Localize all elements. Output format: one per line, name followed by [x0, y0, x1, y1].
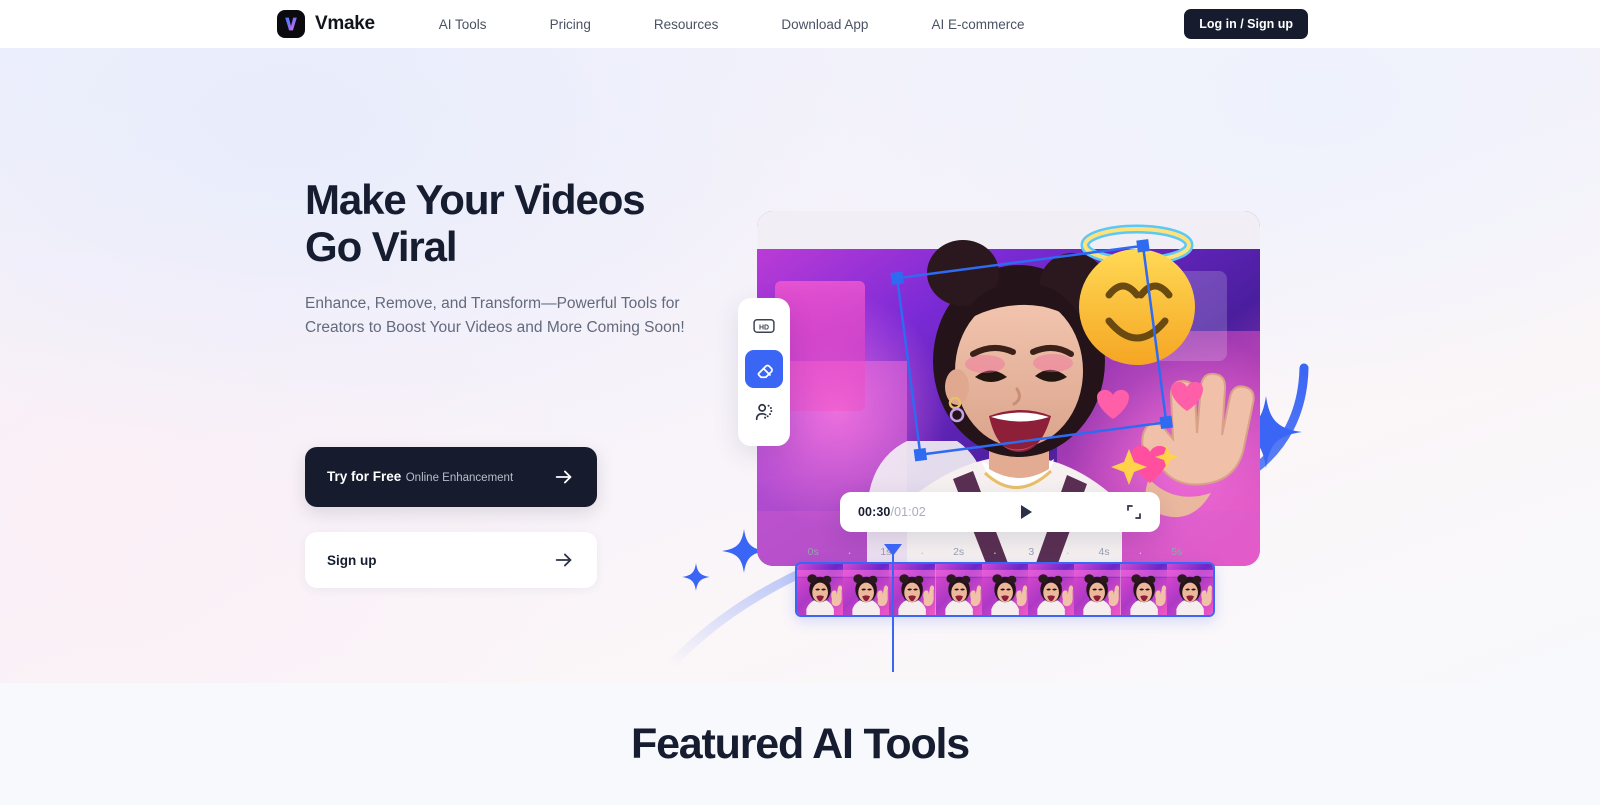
brand-name: Vmake [315, 13, 375, 34]
eraser-tool[interactable] [745, 350, 783, 388]
cta-secondary-title: Sign up [327, 552, 377, 568]
video-player-controls: 00:30/01:02 [840, 492, 1160, 532]
timeline-tick: · [992, 544, 998, 560]
timeline-tick: 2s [953, 546, 965, 558]
vmake-v-logo-icon [277, 10, 305, 38]
nav-item-download-app[interactable]: Download App [781, 11, 868, 38]
top-navigation-bar: Vmake AI Tools Pricing Resources Downloa… [0, 0, 1600, 48]
playback-time: 00:30/01:02 [858, 505, 926, 519]
eraser-icon [757, 364, 773, 379]
hero-subtitle: Enhance, Remove, and Transform—Powerful … [305, 295, 685, 336]
nav-item-resources[interactable]: Resources [654, 11, 719, 38]
nav-links: AI Tools Pricing Resources Download App … [439, 11, 1088, 38]
cta-primary-text: Try for Free Online Enhancement [327, 468, 553, 486]
nav-item-ai-ecommerce[interactable]: AI E-commerce [931, 11, 1024, 38]
filmstrip-frame[interactable] [1166, 564, 1213, 615]
brand-logo[interactable]: Vmake [277, 10, 375, 38]
cta-primary-subtitle: Online Enhancement [405, 472, 514, 484]
hero-editor-illustration: HD 00:30/01:02 0s · · 2s · 3 · 4s · 5s [660, 96, 1360, 676]
nav-item-pricing[interactable]: Pricing [550, 11, 591, 38]
timeline-tick: 4s [1098, 546, 1110, 558]
timeline-tick: · [1138, 544, 1143, 560]
current-time: 00:30 [858, 505, 891, 519]
timeline-tick: 0s [807, 546, 819, 558]
remove-background-tool[interactable] [745, 393, 783, 431]
hero-section: Make Your Videos Go Viral Enhance, Remov… [0, 48, 1600, 683]
arrow-right-icon [553, 549, 575, 571]
cta-primary-title: Try for Free [327, 469, 402, 484]
sign-up-button[interactable]: Sign up [305, 532, 597, 588]
sparkle-decoration-small-icon [682, 563, 710, 591]
filmstrip-frame[interactable] [1120, 564, 1167, 615]
timeline-tick: · [1065, 544, 1070, 560]
filmstrip-frame[interactable] [935, 564, 982, 615]
timeline-filmstrip[interactable] [795, 562, 1215, 617]
nav-item-ai-tools[interactable]: AI Tools [439, 11, 487, 38]
play-icon[interactable] [1017, 503, 1035, 521]
filmstrip-frame[interactable] [843, 564, 890, 615]
timeline-tick: · [847, 544, 852, 560]
timeline-tick: · [920, 544, 925, 560]
try-for-free-button[interactable]: Try for Free Online Enhancement [305, 447, 597, 507]
svg-text:HD: HD [759, 324, 769, 331]
editor-tool-panel: HD [738, 298, 790, 446]
fullscreen-collapse-icon[interactable] [1126, 504, 1142, 520]
filmstrip-frame[interactable] [1074, 564, 1121, 615]
filmstrip-frame[interactable] [889, 564, 936, 615]
featured-ai-tools-section: Featured AI Tools [0, 683, 1600, 805]
hd-icon: HD [753, 319, 775, 333]
timeline-ruler[interactable]: 0s · 1s · 2s · 3 · 4s · 5s [795, 544, 1195, 560]
featured-section-title: Featured AI Tools [631, 720, 970, 768]
total-time: 01:02 [894, 505, 926, 519]
filmstrip-frame[interactable] [797, 564, 844, 615]
timeline-tick: 5s [1171, 546, 1183, 558]
login-signup-button[interactable]: Log in / Sign up [1184, 9, 1308, 39]
timeline-tick: 3 [1028, 546, 1035, 558]
arrow-right-icon [553, 466, 575, 488]
filmstrip-frame[interactable] [1028, 564, 1075, 615]
filmstrip-frame[interactable] [981, 564, 1029, 615]
hd-quality-tool[interactable]: HD [745, 307, 783, 345]
timeline-playhead[interactable] [884, 544, 902, 672]
person-cutout-icon [755, 403, 773, 421]
